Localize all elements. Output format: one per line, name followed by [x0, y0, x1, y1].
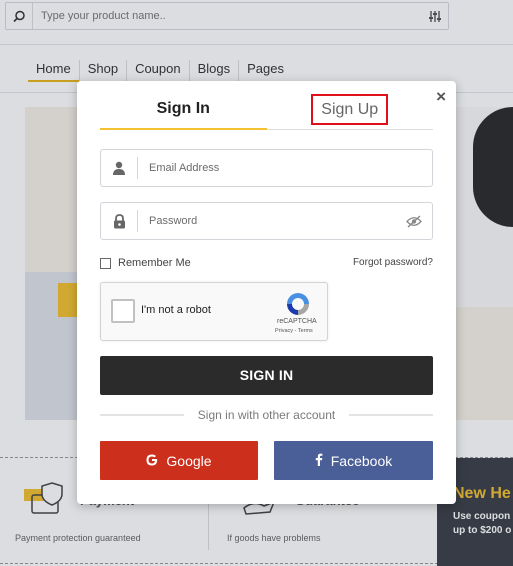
facebook-button[interactable]: Facebook	[274, 441, 433, 480]
google-label: Google	[166, 452, 212, 469]
divider-line-right	[349, 414, 434, 416]
password-field-wrapper	[100, 202, 433, 240]
recaptcha-logo-icon	[287, 293, 309, 315]
auth-tabs: Sign In Sign Up	[100, 94, 434, 130]
recaptcha-brand: reCAPTCHA	[277, 318, 317, 325]
signin-modal: × Sign In Sign Up Remember Me Forgot pas…	[77, 81, 456, 504]
divider-line-left	[100, 414, 184, 416]
google-icon	[146, 453, 158, 469]
lock-icon	[101, 210, 138, 232]
recaptcha-links[interactable]: Privacy - Terms	[275, 328, 313, 334]
sign-in-button[interactable]: SIGN IN	[100, 356, 433, 395]
tab-sign-up[interactable]: Sign Up	[267, 94, 434, 129]
google-button[interactable]: Google	[100, 441, 258, 480]
forgot-password-link[interactable]: Forgot password?	[353, 257, 433, 268]
eye-slash-icon[interactable]	[396, 214, 432, 228]
tab-sign-in[interactable]: Sign In	[100, 97, 267, 130]
recaptcha-label: I'm not a robot	[141, 304, 211, 316]
recaptcha-checkbox[interactable]	[111, 299, 135, 323]
recaptcha-widget: I'm not a robot reCAPTCHA Privacy - Term…	[100, 282, 328, 341]
remember-me[interactable]: Remember Me	[100, 257, 191, 269]
password-field[interactable]	[138, 205, 396, 237]
facebook-icon	[315, 453, 323, 469]
facebook-label: Facebook	[330, 452, 393, 469]
divider-text: Sign in with other account	[197, 408, 336, 422]
remember-checkbox[interactable]	[100, 257, 111, 269]
email-field[interactable]	[138, 152, 432, 184]
user-icon	[101, 157, 138, 179]
email-field-wrapper	[100, 149, 433, 187]
remember-label: Remember Me	[118, 257, 191, 269]
tab-sign-up-label: Sign Up	[311, 94, 389, 125]
social-divider: Sign in with other account	[100, 407, 434, 423]
close-button[interactable]: ×	[436, 87, 446, 107]
